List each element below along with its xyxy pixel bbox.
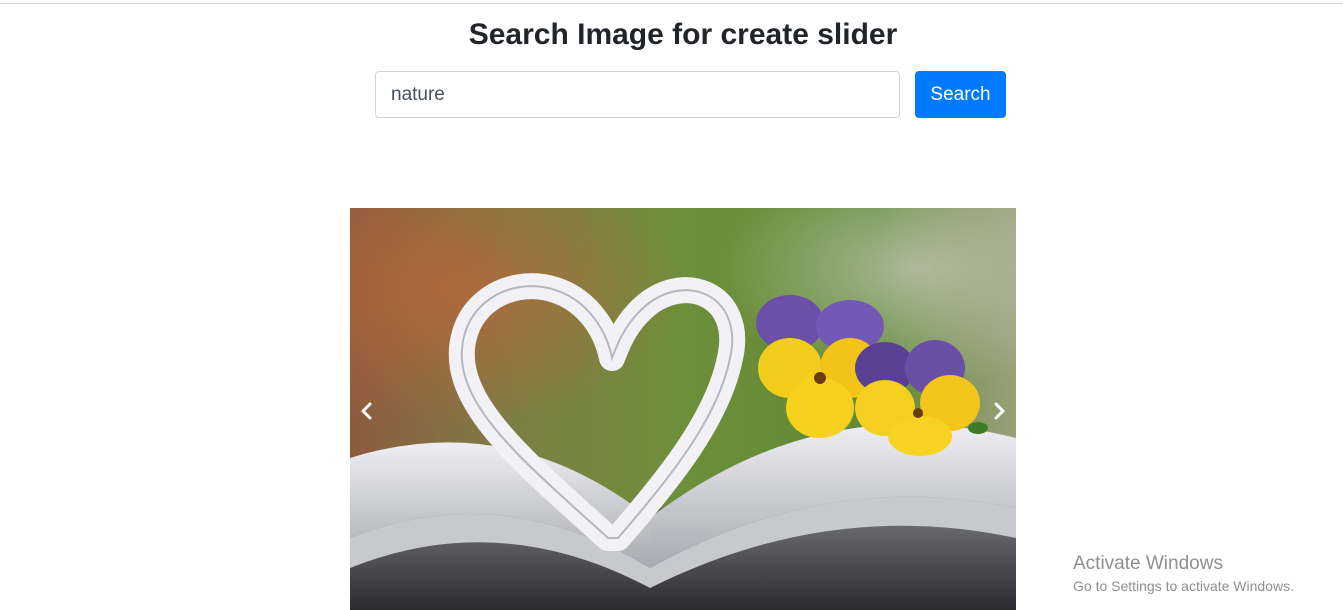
watermark-title: Activate Windows — [1073, 553, 1223, 574]
image-slider — [350, 208, 1016, 610]
watermark-subtitle: Go to Settings to activate Windows. — [1073, 578, 1294, 594]
slide-image — [350, 208, 1016, 610]
slider-prev-button[interactable] — [352, 396, 382, 426]
search-input[interactable] — [375, 71, 900, 118]
slider-next-button[interactable] — [984, 396, 1014, 426]
windows-activation-watermark: Activate Windows Go to Settings to activ… — [1073, 553, 1294, 595]
chevron-left-icon — [361, 402, 372, 420]
page-title: Search Image for create slider — [468, 18, 898, 51]
search-button[interactable]: Search — [915, 71, 1006, 118]
top-divider — [0, 3, 1343, 4]
chevron-right-icon — [994, 402, 1005, 420]
